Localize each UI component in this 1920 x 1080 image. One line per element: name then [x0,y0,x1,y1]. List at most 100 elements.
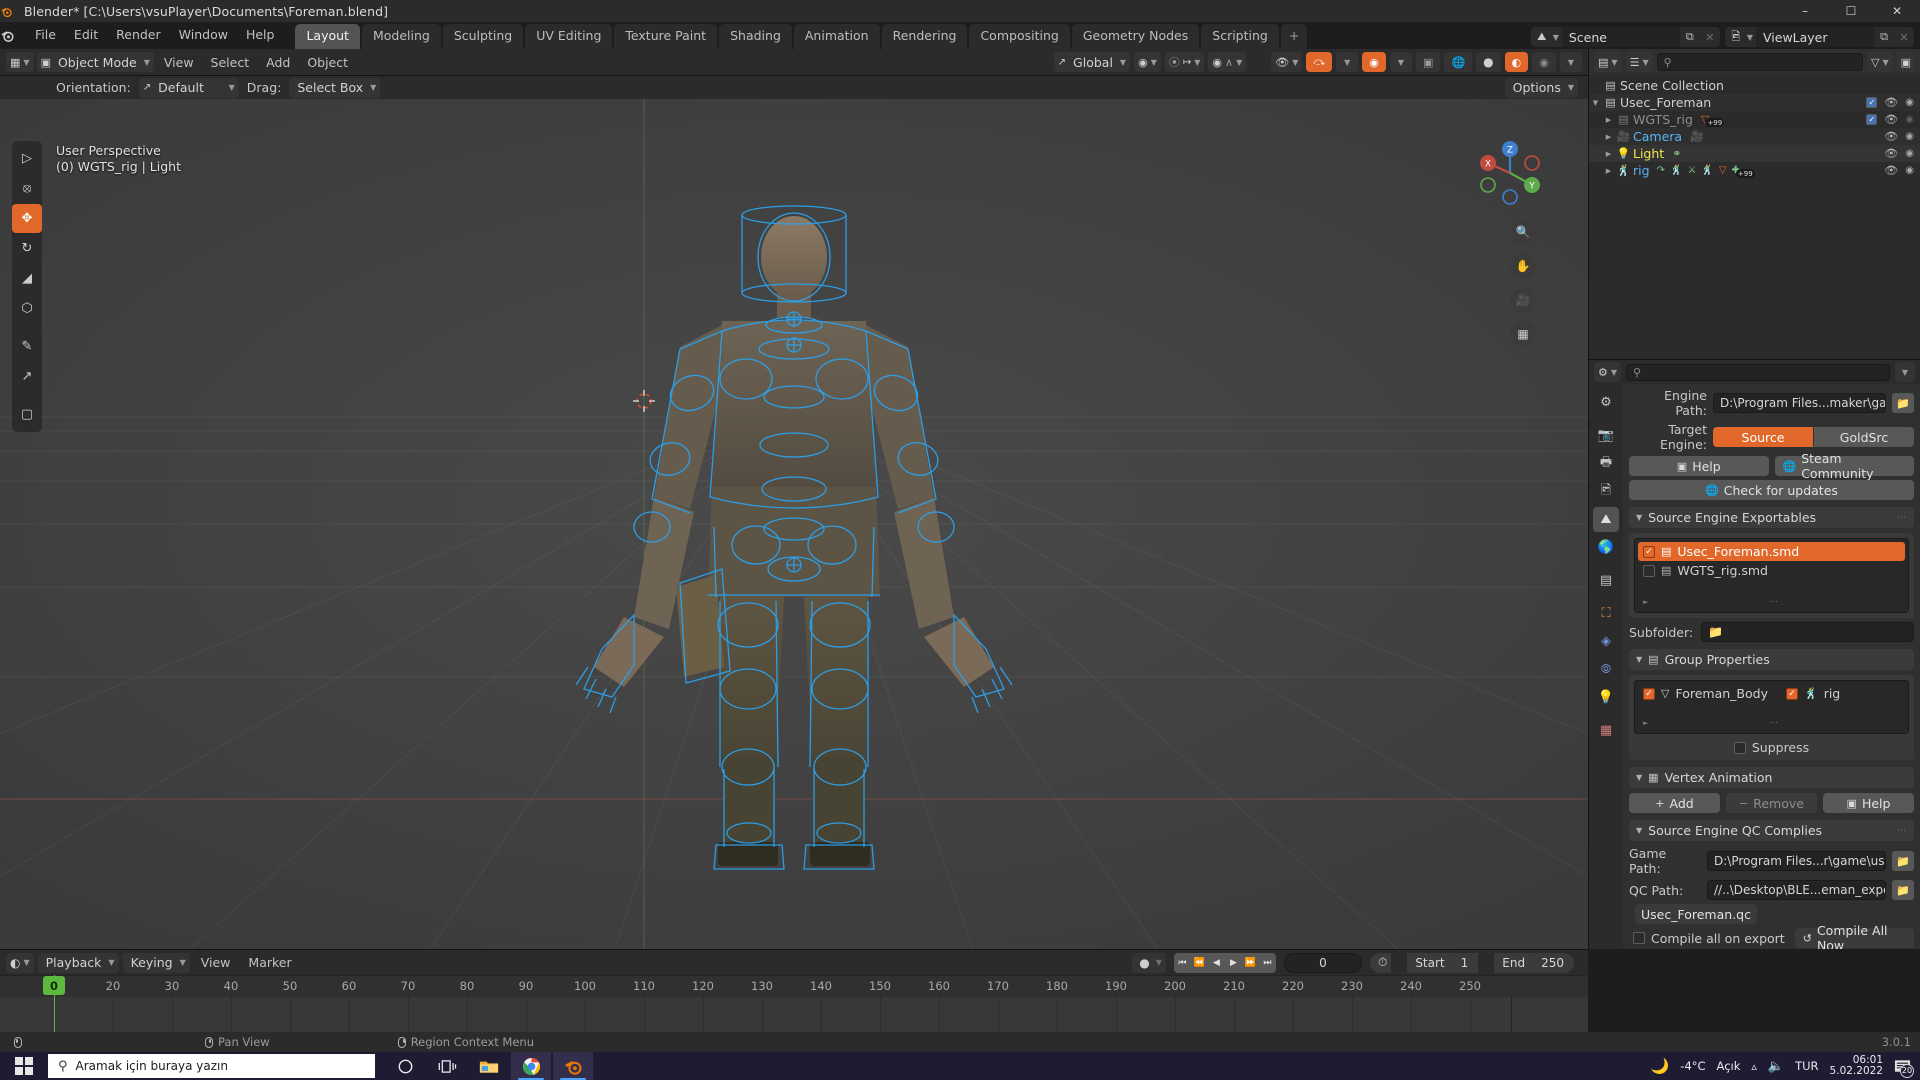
shading-rendered-button[interactable]: ◉ [1532,52,1556,72]
camera-view-icon[interactable]: 🎥 [1510,287,1536,313]
target-engine-goldsrc-button[interactable]: GoldSrc [1814,427,1914,447]
menu-help[interactable]: Help [237,25,284,44]
drag-dropdown[interactable]: Select Box ▼ [289,77,381,98]
outliner-editor[interactable]: ▤ ▼ ☰ ▼ ⚲ ▽ ▼ ▣ ▤ Scene Collection ▼ ▤ U… [1588,49,1920,359]
outliner-row-usec-foreman[interactable]: ▼ ▤ Usec_Foreman ✓ 👁 ◉ [1589,94,1920,111]
folder-icon[interactable]: 📁 [1892,851,1914,871]
qc-file-button[interactable]: Usec_Foreman.qc [1635,904,1757,924]
outliner-row-camera[interactable]: ▶ 🎥 Camera 🎥 👁 ◉ [1589,128,1920,145]
overlay-options[interactable]: ▼ [1389,52,1413,72]
viewport-menu-select[interactable]: Select [204,53,257,72]
outliner-row-rig[interactable]: ▶ 🕺 rig ↷ 🕺 ⚔ 🕺 ▽ ✚ +99 👁 ◉ [1589,162,1920,179]
timeline-menu-view[interactable]: View [194,953,238,972]
camera-icon[interactable]: ◉ [1905,131,1914,142]
object-mode-selector[interactable]: ▣ Object Mode ▼ [36,52,154,72]
timeline-editor[interactable]: ◐ ▼ Playback ▼ Keying ▼ View Marker ● ▼ ⏮ … [0,949,1588,1032]
shading-wireframe-button[interactable]: 🌐 [1444,52,1473,72]
camera-icon-disabled[interactable]: ◉ [1905,114,1914,125]
collection-checkbox[interactable]: ✓ [1866,114,1878,125]
scene-selector[interactable]: ⛰ ▼ Scene ⧉ ✕ [1530,27,1720,47]
close-button[interactable]: ✕ [1874,0,1920,22]
tweak-tool[interactable]: ▷ [12,144,42,173]
subfolder-input[interactable]: 📁 [1701,622,1914,642]
collection-checkbox[interactable]: ✓ [1866,97,1878,108]
view-layer-tab[interactable]: 🖻 [1593,479,1619,504]
resize-grip-icon[interactable]: ⋯ [1770,597,1779,606]
navigation-gizmo[interactable]: Z Y X [1474,137,1546,209]
vertex-animation-add-button[interactable]: + Add [1629,793,1720,813]
tab-rendering[interactable]: Rendering [881,24,968,49]
help-button[interactable]: ▣ Help [1629,456,1769,476]
start-button[interactable] [0,1052,48,1080]
output-tab[interactable]: 🖶 [1593,451,1619,476]
object-tab[interactable]: ⛶ [1593,601,1619,626]
properties-editor-type-button[interactable]: ⚙ ▼ [1594,362,1622,382]
outliner-row-light[interactable]: ▶ 💡 Light ⚭ 👁 ◉ [1589,145,1920,162]
group-list-footer[interactable]: ► ⋯ [1638,715,1905,730]
jump-to-end-button[interactable]: ⏭ [1258,952,1276,973]
keying-menu[interactable]: Keying ▼ [122,952,190,973]
playback-menu[interactable]: Playback ▼ [37,952,119,973]
viewport-menu-add[interactable]: Add [259,53,297,72]
pivot-point-selector[interactable]: ◉ ▼ [1134,52,1161,72]
properties-search-input[interactable]: ⚲ [1626,363,1890,381]
gizmo-options[interactable]: ▼ [1336,52,1359,72]
rig-checkbox[interactable]: ✓ [1785,687,1798,700]
notification-center-button[interactable]: 20 [1894,1058,1914,1078]
camera-icon[interactable]: ◉ [1905,97,1914,108]
engine-path-input[interactable]: D:\Program Files...maker\game\bin\ [1713,393,1886,413]
move-tool[interactable]: ✥ [12,204,42,233]
add-workspace-button[interactable]: + [1280,24,1308,49]
view-layer-selector[interactable]: 🖻 ▼ ViewLayer ⧉ ✕ [1724,27,1914,47]
world-tab[interactable]: 🌎 [1593,535,1619,560]
minimize-button[interactable]: – [1782,0,1828,22]
visibility-selector[interactable]: 👁 ▼ [1271,52,1303,72]
transform-tool[interactable]: ⬡ [12,294,42,323]
outliner-display-mode[interactable]: ☰ ▼ [1625,52,1653,72]
item-checkbox[interactable] [1643,564,1655,577]
outliner-row-wgts-rig[interactable]: ▶ ▤ WGTS_rig ▽ +99 ✓ 👁 ◉ [1589,111,1920,128]
vertex-animation-remove-button[interactable]: − Remove [1726,793,1817,813]
exportables-list-item[interactable]: ▤ WGTS_rig.smd [1638,561,1905,580]
game-path-input[interactable]: D:\Program Files...r\game\usermod\ [1707,851,1886,871]
outliner-new-collection-button[interactable]: ▣ [1896,52,1915,72]
resize-grip-icon[interactable]: ⋯ [1770,718,1779,727]
eye-icon[interactable]: 👁 [1884,164,1898,177]
tab-texture-paint[interactable]: Texture Paint [614,24,718,49]
shading-options[interactable]: ▼ [1559,52,1582,72]
xray-toggle[interactable]: ▣ [1416,52,1441,72]
blender-taskbar-icon[interactable] [553,1052,593,1080]
playhead-frame-label[interactable]: 0 [43,976,65,995]
tab-animation[interactable]: Animation [793,24,880,49]
group-properties-panel-header[interactable]: ▼ ▤ Group Properties [1629,649,1914,670]
expand-triangle-icon[interactable]: ▼ [1589,99,1602,107]
cursor-tool[interactable]: ⦻ [12,174,42,203]
exportables-list-footer[interactable]: ► ⋯ [1638,594,1905,609]
annotate-tool[interactable]: ✎ [12,332,42,361]
rotate-tool[interactable]: ↻ [12,234,42,263]
blender-menu-icon[interactable] [0,28,26,49]
new-view-layer-button[interactable]: ⧉ [1874,30,1894,44]
item-checkbox[interactable]: ✓ [1643,545,1655,558]
cortana-icon[interactable] [385,1052,425,1080]
current-frame-input[interactable]: 0 [1283,952,1362,973]
tab-uv-editing[interactable]: UV Editing [525,24,613,49]
object-data-tab[interactable]: 💡 [1593,685,1619,710]
remove-view-layer-button[interactable]: ✕ [1894,31,1914,44]
taskbar-search-input[interactable]: ⚲ Aramak için buraya yazın [48,1054,375,1078]
start-value[interactable]: 1 [1453,956,1479,970]
end-value[interactable]: 250 [1533,956,1574,970]
expand-triangle-icon[interactable]: ▶ [1602,133,1615,141]
tab-modeling[interactable]: Modeling [361,24,441,49]
outliner-search-input[interactable]: ⚲ [1656,53,1863,71]
new-scene-button[interactable]: ⧉ [1680,30,1700,44]
transform-orientation-selector[interactable]: ↗ Global ▼ [1053,52,1131,72]
eye-icon[interactable]: 👁 [1884,113,1898,126]
file-explorer-icon[interactable] [469,1052,509,1080]
maximize-button[interactable]: ☐ [1828,0,1874,22]
timeline-ruler[interactable]: 10 20 30 40 50 60 70 80 90 100 110 120 1… [0,975,1588,997]
compile-all-now-button[interactable]: ↺ Compile All Now [1794,923,1914,949]
exportables-list-item[interactable]: ✓ ▤ Usec_Foreman.smd [1638,542,1905,561]
remove-scene-button[interactable]: ✕ [1700,31,1720,44]
viewport-canvas[interactable]: User Perspective (0) WGTS_rig | Light ▷ … [0,99,1588,994]
